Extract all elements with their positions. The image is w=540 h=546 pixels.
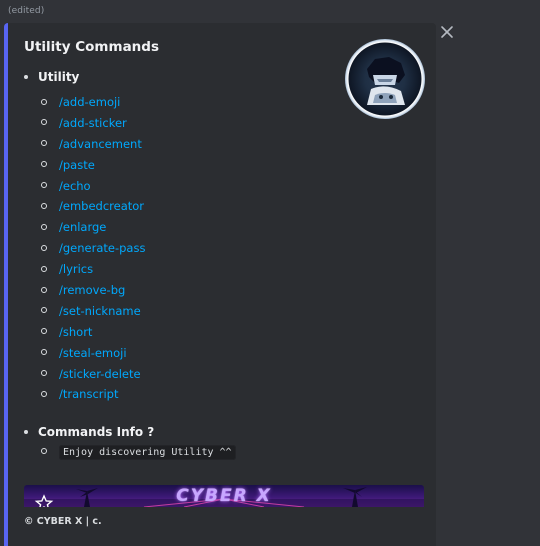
- sub-bullet-icon: [41, 161, 47, 168]
- command-list-item: /remove-bg: [41, 280, 145, 301]
- command-link[interactable]: /add-sticker: [59, 116, 127, 130]
- sub-bullet-icon: [41, 140, 47, 147]
- command-link[interactable]: /generate-pass: [59, 241, 145, 255]
- embed-banner-image[interactable]: CYBER X: [24, 485, 424, 507]
- sub-bullet-icon: [41, 390, 47, 397]
- command-link[interactable]: /short: [59, 325, 92, 339]
- commands-info-heading: Commands Info ?: [24, 425, 154, 439]
- command-list-item: /enlarge: [41, 217, 145, 238]
- utility-heading-label: Utility: [38, 70, 80, 84]
- command-link[interactable]: /enlarge: [59, 220, 106, 234]
- embed-thumbnail[interactable]: [345, 39, 425, 119]
- command-list-item: /add-emoji: [41, 92, 145, 113]
- sub-bullet-icon: [41, 307, 47, 314]
- command-link[interactable]: /paste: [59, 158, 95, 172]
- message-view: (edited) Utility Commands Utility /add-e…: [0, 0, 540, 546]
- command-link[interactable]: /embedcreator: [59, 199, 144, 213]
- command-list-item: /embedcreator: [41, 196, 145, 217]
- command-link[interactable]: /lyrics: [59, 262, 93, 276]
- commands-info-label: Commands Info ?: [38, 425, 155, 439]
- command-list-item: /add-sticker: [41, 113, 145, 134]
- close-button[interactable]: [440, 24, 454, 38]
- banner-title: CYBER X: [176, 486, 272, 506]
- command-link[interactable]: /advancement: [59, 137, 142, 151]
- command-list-item: /advancement: [41, 134, 145, 155]
- command-list-item: /sticker-delete: [41, 364, 145, 385]
- embed-title: Utility Commands: [24, 39, 159, 55]
- sub-bullet-icon: [41, 98, 47, 105]
- sub-bullet-icon: [41, 119, 47, 126]
- commands-info-item: Enjoy discovering Utility ^^: [41, 445, 236, 460]
- command-link[interactable]: /sticker-delete: [59, 367, 141, 381]
- command-link[interactable]: /add-emoji: [59, 95, 120, 109]
- sub-bullet-icon: [41, 265, 47, 272]
- close-icon: [441, 26, 453, 38]
- sub-bullet-icon: [41, 286, 47, 293]
- sub-bullet-icon: [41, 223, 47, 230]
- command-link[interactable]: /set-nickname: [59, 304, 141, 318]
- bullet-icon: [24, 429, 28, 434]
- thumbnail-art: [367, 57, 405, 105]
- command-link[interactable]: /steal-emoji: [59, 346, 127, 360]
- embed-footer: © CYBER X | c.: [24, 516, 102, 527]
- embed-card: Utility Commands Utility /add-emoji/add-…: [4, 23, 436, 546]
- sub-bullet-icon: [41, 370, 47, 377]
- sub-bullet-icon: [41, 448, 47, 454]
- command-list-item: /paste: [41, 155, 145, 176]
- command-link[interactable]: /echo: [59, 179, 91, 193]
- bullet-icon: [24, 74, 28, 79]
- sub-bullet-icon: [41, 244, 47, 251]
- command-link[interactable]: /transcript: [59, 387, 119, 401]
- command-link[interactable]: /remove-bg: [59, 283, 125, 297]
- sub-bullet-icon: [41, 349, 47, 356]
- sub-bullet-icon: [41, 202, 47, 209]
- inline-code: Enjoy discovering Utility ^^: [59, 445, 236, 460]
- command-list: /add-emoji/add-sticker/advancement/paste…: [41, 92, 145, 405]
- edited-label: (edited): [8, 6, 45, 16]
- sub-bullet-icon: [41, 328, 47, 335]
- sub-bullet-icon: [41, 182, 47, 189]
- command-list-item: /set-nickname: [41, 301, 145, 322]
- command-list-item: /generate-pass: [41, 238, 145, 259]
- command-list-item: /echo: [41, 176, 145, 197]
- command-list-item: /transcript: [41, 384, 145, 405]
- command-list-item: /lyrics: [41, 259, 145, 280]
- command-list-item: /steal-emoji: [41, 343, 145, 364]
- command-list-item: /short: [41, 322, 145, 343]
- utility-heading: Utility: [24, 70, 79, 84]
